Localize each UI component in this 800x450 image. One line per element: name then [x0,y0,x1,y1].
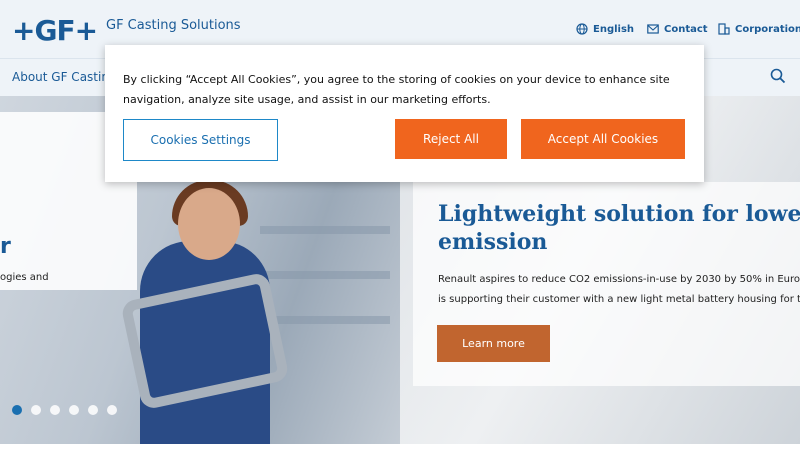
shelf-bar [260,271,390,279]
carousel-dot[interactable] [12,405,22,415]
carousel-dots [12,405,117,415]
learn-more-button[interactable]: Learn more [437,325,550,362]
carousel-dot[interactable] [88,405,98,415]
contact-link[interactable]: Contact [647,23,708,35]
language-selector[interactable]: English [576,23,634,35]
corporation-link[interactable]: Corporation [718,23,800,35]
slide-description: Renault aspires to reduce CO2 emissions-… [438,270,800,310]
brand-name[interactable]: GF Casting Solutions [106,18,241,33]
corporation-label: Corporation [735,23,800,35]
cookie-consent-text: By clicking “Accept All Cookies”, you ag… [123,73,670,106]
carousel-dot[interactable] [107,405,117,415]
previous-slide-text: ogies and [0,272,49,283]
slide-title-line2: emission [438,229,548,255]
carousel-dot[interactable] [31,405,41,415]
mail-icon [647,24,659,34]
globe-icon [576,23,588,35]
language-label: English [593,23,635,35]
slide-title-line1: Lightweight solution for lowe [438,201,800,227]
shelf-bar [260,316,390,324]
previous-slide-heading: r [0,234,11,259]
accept-all-cookies-button[interactable]: Accept All Cookies [521,119,685,159]
slide-description-line2: is supporting their customer with a new … [438,294,800,305]
cookie-consent-banner: By clicking “Accept All Cookies”, you ag… [105,45,704,182]
carousel-dot[interactable] [50,405,60,415]
gf-logo[interactable]: +GF+ [12,14,98,47]
contact-label: Contact [664,23,708,35]
nav-item-about[interactable]: About GF Casting [12,70,117,84]
reject-all-button[interactable]: Reject All [395,119,507,159]
shelf-bar [260,226,390,234]
search-icon[interactable] [770,68,786,84]
building-icon [718,23,730,35]
cookies-settings-button[interactable]: Cookies Settings [123,119,278,161]
worker-head [178,188,240,260]
slide-description-line1: Renault aspires to reduce CO2 emissions-… [438,274,800,285]
slide-title: Lightweight solution for lowe emission [438,200,800,256]
carousel-dot[interactable] [69,405,79,415]
